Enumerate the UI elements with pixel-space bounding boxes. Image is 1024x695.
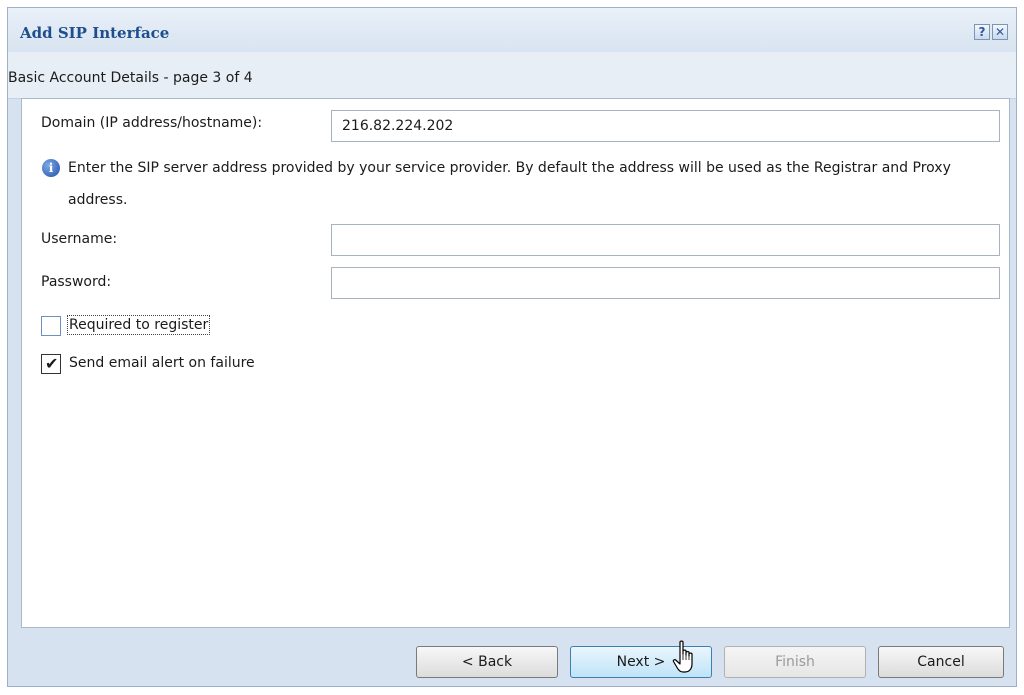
password-label: Password: [41, 274, 112, 290]
domain-label: Domain (IP address/hostname): [41, 115, 263, 131]
username-input[interactable] [331, 224, 1000, 256]
finish-button: Finish [724, 646, 866, 678]
info-icon: i [42, 159, 60, 177]
page-header: Basic Account Details - page 3 of 4 [8, 52, 1016, 99]
hand-pointer-icon [672, 640, 693, 673]
info-message: Enter the SIP server address provided by… [68, 160, 951, 208]
page-subtitle: Basic Account Details - page 3 of 4 [8, 70, 253, 86]
dialog-titlebar: Add SIP Interface ? ✕ [8, 8, 1016, 53]
password-input[interactable] [331, 267, 1000, 299]
help-icon[interactable]: ? [974, 24, 990, 40]
add-sip-interface-dialog: Add SIP Interface ? ✕ Basic Account Deta… [7, 7, 1017, 687]
dialog-title: Add SIP Interface [20, 24, 170, 42]
back-button[interactable]: < Back [416, 646, 558, 678]
check-icon: ✔ [45, 354, 59, 373]
dialog-footer: < Back Next > Finish Cancel [8, 628, 1016, 686]
cancel-button[interactable]: Cancel [878, 646, 1004, 678]
required-to-register-label[interactable]: Required to register [66, 315, 211, 335]
domain-input[interactable] [331, 110, 1000, 142]
required-to-register-checkbox[interactable] [41, 316, 61, 336]
send-email-alert-checkbox[interactable]: ✔ [41, 354, 61, 374]
send-email-alert-label[interactable]: Send email alert on failure [69, 355, 255, 371]
username-label: Username: [41, 231, 118, 247]
form-panel: Domain (IP address/hostname): i Enter th… [21, 98, 1010, 628]
close-icon[interactable]: ✕ [992, 24, 1008, 40]
